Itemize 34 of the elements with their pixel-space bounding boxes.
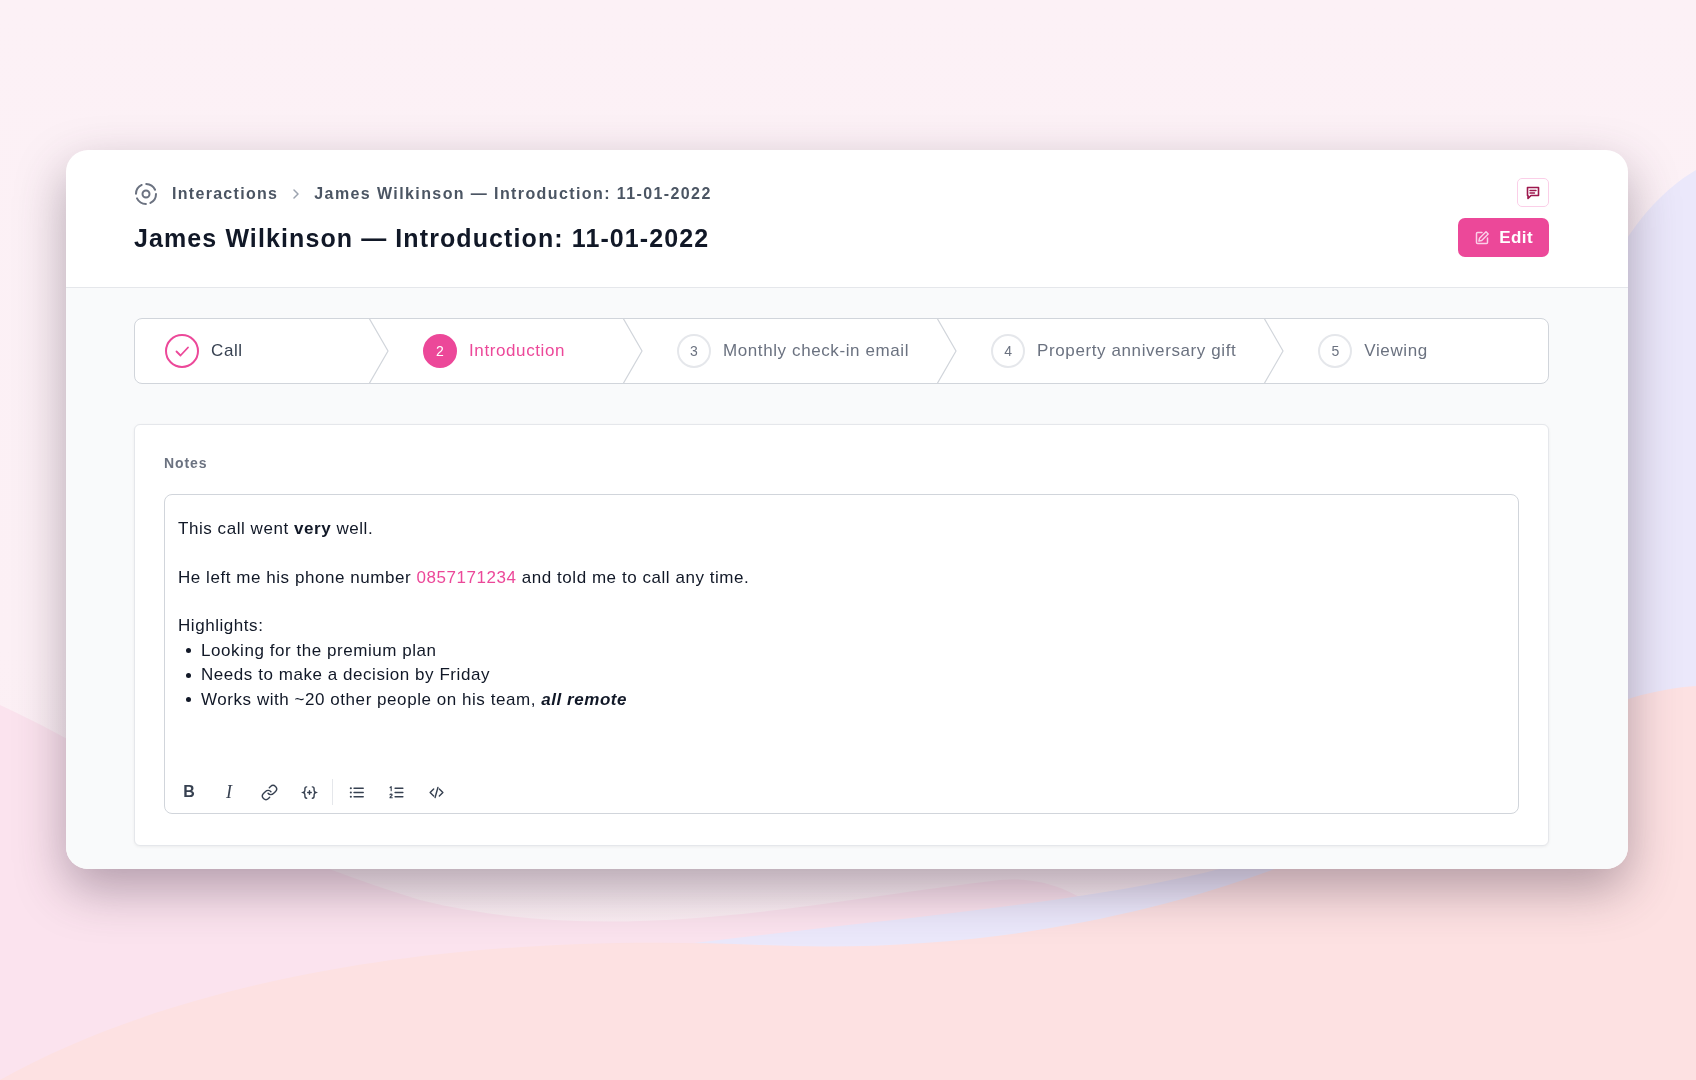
bullet-icon	[186, 648, 191, 654]
chevron-right-icon	[292, 189, 301, 199]
numbered-list-icon	[387, 783, 405, 801]
step-number: 3	[677, 334, 711, 368]
comment-button[interactable]	[1517, 178, 1549, 207]
list-item-text: Needs to make a decision by Friday	[201, 664, 490, 686]
phone-link[interactable]: 0857171234	[416, 567, 517, 587]
step-label: Property anniversary gift	[1037, 340, 1237, 363]
speech-bubble-icon	[1525, 184, 1541, 201]
step-number: 4	[991, 334, 1026, 368]
note-paragraph: This call went very well.	[178, 518, 375, 540]
page-title: James Wilkinson — Introduction: 11-01-2022	[134, 223, 711, 254]
braces-plus-icon	[300, 783, 318, 801]
edit-button[interactable]: Edit	[1458, 218, 1549, 257]
list-item-text: Looking for the premium plan	[201, 639, 437, 662]
list-heading: Highlights:	[178, 615, 265, 637]
bullet-icon	[186, 672, 191, 678]
dashed-circle-icon	[134, 182, 158, 206]
step-label: Introduction	[469, 340, 566, 363]
step-number: 2	[423, 334, 457, 368]
breadcrumb-current: James Wilkinson — Introduction: 11-01-2022	[314, 184, 712, 204]
bold-button[interactable]: B	[175, 778, 203, 806]
step-label: Viewing	[1364, 340, 1428, 363]
step-label: Call	[211, 340, 243, 363]
bullet-icon	[186, 697, 191, 703]
note-paragraph: He left me his phone number 0857171234 and told me to call any time.	[178, 566, 751, 589]
step-number: 5	[1318, 334, 1353, 368]
italic-button[interactable]: I	[215, 778, 243, 806]
step-label: Monthly check-in email	[723, 340, 910, 363]
notes-label: Notes	[164, 454, 209, 472]
pencil-square-icon	[1474, 229, 1491, 246]
link-icon	[260, 783, 278, 801]
list-item-text: Works with ~20 other people on his team, all remote	[201, 688, 628, 711]
breadcrumb-link[interactable]: Interactions	[172, 182, 279, 206]
